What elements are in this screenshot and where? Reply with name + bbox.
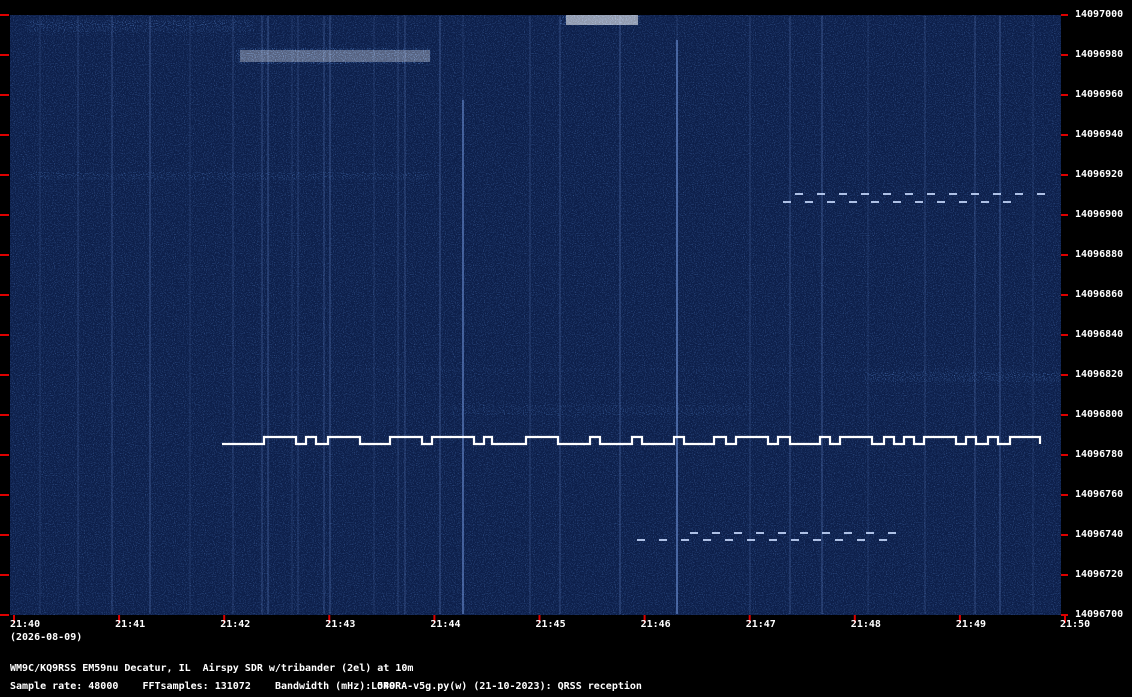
- time-label: 21:44: [430, 619, 461, 630]
- freq-label: 14096860: [1075, 289, 1124, 300]
- time-label: 21:41: [115, 619, 146, 630]
- spectrogram-display: [0, 14, 1068, 623]
- time-label: 21:50: [1060, 619, 1091, 630]
- capture-parameters: Sample rate: 48000 FFTsamples: 131072 Ba…: [10, 681, 395, 693]
- waterfall-area: [10, 15, 1061, 615]
- freq-label: 14096720: [1075, 569, 1124, 580]
- time-label: 21:45: [535, 619, 566, 630]
- time-label: 21:48: [850, 619, 881, 630]
- freq-label: 14096960: [1075, 89, 1124, 100]
- time-label: 21:40: [10, 619, 41, 630]
- freq-label: 14096740: [1075, 529, 1124, 540]
- freq-label: 14096780: [1075, 449, 1124, 460]
- noise-band: [220, 368, 1020, 372]
- noise-band: [28, 20, 254, 32]
- noise-band: [240, 50, 430, 62]
- noise-band: [566, 15, 638, 25]
- freq-label: 14096920: [1075, 169, 1124, 180]
- time-label: 21:46: [640, 619, 671, 630]
- time-label: 21:43: [325, 619, 356, 630]
- freq-label: 14096940: [1075, 129, 1124, 140]
- freq-label: 14097000: [1075, 9, 1124, 20]
- noise-band: [450, 405, 750, 415]
- noise-band: [865, 372, 1060, 382]
- freq-label: 14096900: [1075, 209, 1124, 220]
- freq-label: 14096760: [1075, 489, 1124, 500]
- time-label: 21:42: [220, 619, 251, 630]
- fft-samples: FFTsamples: 131072: [142, 681, 251, 692]
- program-info: LOPORA-v5g.py(w) (21-10-2023): QRSS rece…: [371, 681, 642, 692]
- time-label: 21:49: [955, 619, 986, 630]
- freq-label: 14096880: [1075, 249, 1124, 260]
- station-info: WM9C/KQ9RSS EM59nu Decatur, IL Airspy SD…: [10, 663, 414, 674]
- freq-label: 14096980: [1075, 49, 1124, 60]
- sample-rate: Sample rate: 48000: [10, 681, 119, 692]
- noise-band: [30, 172, 430, 180]
- time-label: 21:47: [745, 619, 776, 630]
- freq-label: 14096840: [1075, 329, 1124, 340]
- date-label: (2026-08-09): [10, 632, 83, 643]
- freq-label: 14096820: [1075, 369, 1124, 380]
- freq-label: 14096800: [1075, 409, 1124, 420]
